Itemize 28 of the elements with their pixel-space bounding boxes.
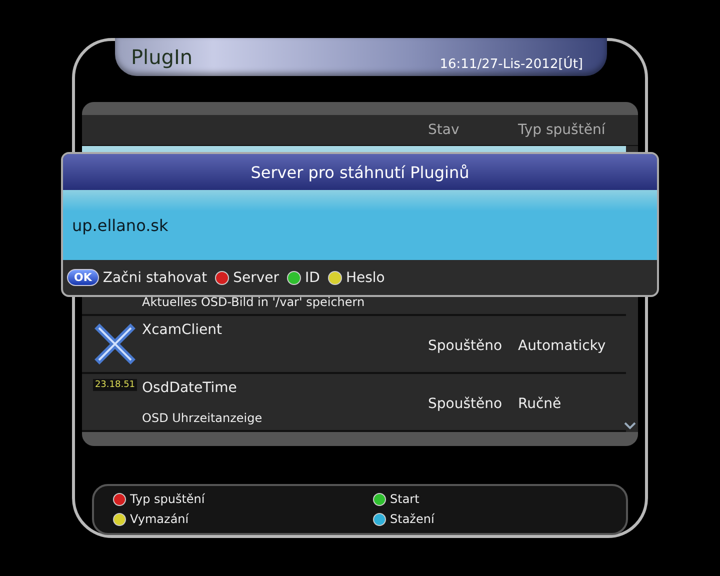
key-label: Server (233, 270, 280, 286)
column-header: Typ spuštění (518, 122, 606, 138)
x-logo-icon (93, 322, 137, 366)
plugin-row[interactable]: 23.18.51 OsdDateTime OSD Uhrzeitanzeige Spouštěno Ručně (82, 374, 626, 432)
plugin-name: XcamClient (142, 322, 224, 338)
scroll-down-icon[interactable] (624, 420, 636, 430)
plugin-name: OsdDateTime (142, 380, 238, 396)
clock-text: 16:11/27-Lis-2012[Út] (440, 56, 583, 72)
column-header: Stav (428, 122, 460, 138)
start-type: Ručně (518, 394, 562, 412)
plugin-row[interactable]: XcamClient Spouštěno Automaticky (82, 316, 626, 374)
plugin-description: Aktuelles OSD-Bild in '/var' speichern (142, 294, 366, 311)
legend-label: Vymazání (130, 512, 189, 526)
screen-title: PlugIn (131, 44, 193, 69)
dialog-title: Server pro stáhnutí Pluginů (63, 154, 657, 190)
server-input-field[interactable]: up.ellano.sk (63, 190, 657, 260)
ok-key[interactable]: OK (67, 269, 99, 286)
legend-label: Stažení (390, 512, 434, 526)
plugin-status: Spouštěno (428, 336, 504, 354)
key-label: Heslo (346, 270, 385, 286)
plugin-status: Spouštěno (428, 394, 504, 412)
clock-icon-text: 23.18.51 (92, 378, 138, 391)
start-type: Automaticky (518, 336, 607, 354)
key-label: Začni stahovat (102, 270, 208, 286)
key-label: ID (305, 270, 320, 286)
plugin-description: OSD Uhrzeitanzeige (142, 410, 264, 427)
legend-label: Start (390, 492, 420, 506)
legend-label: Typ spuštění (130, 492, 205, 506)
